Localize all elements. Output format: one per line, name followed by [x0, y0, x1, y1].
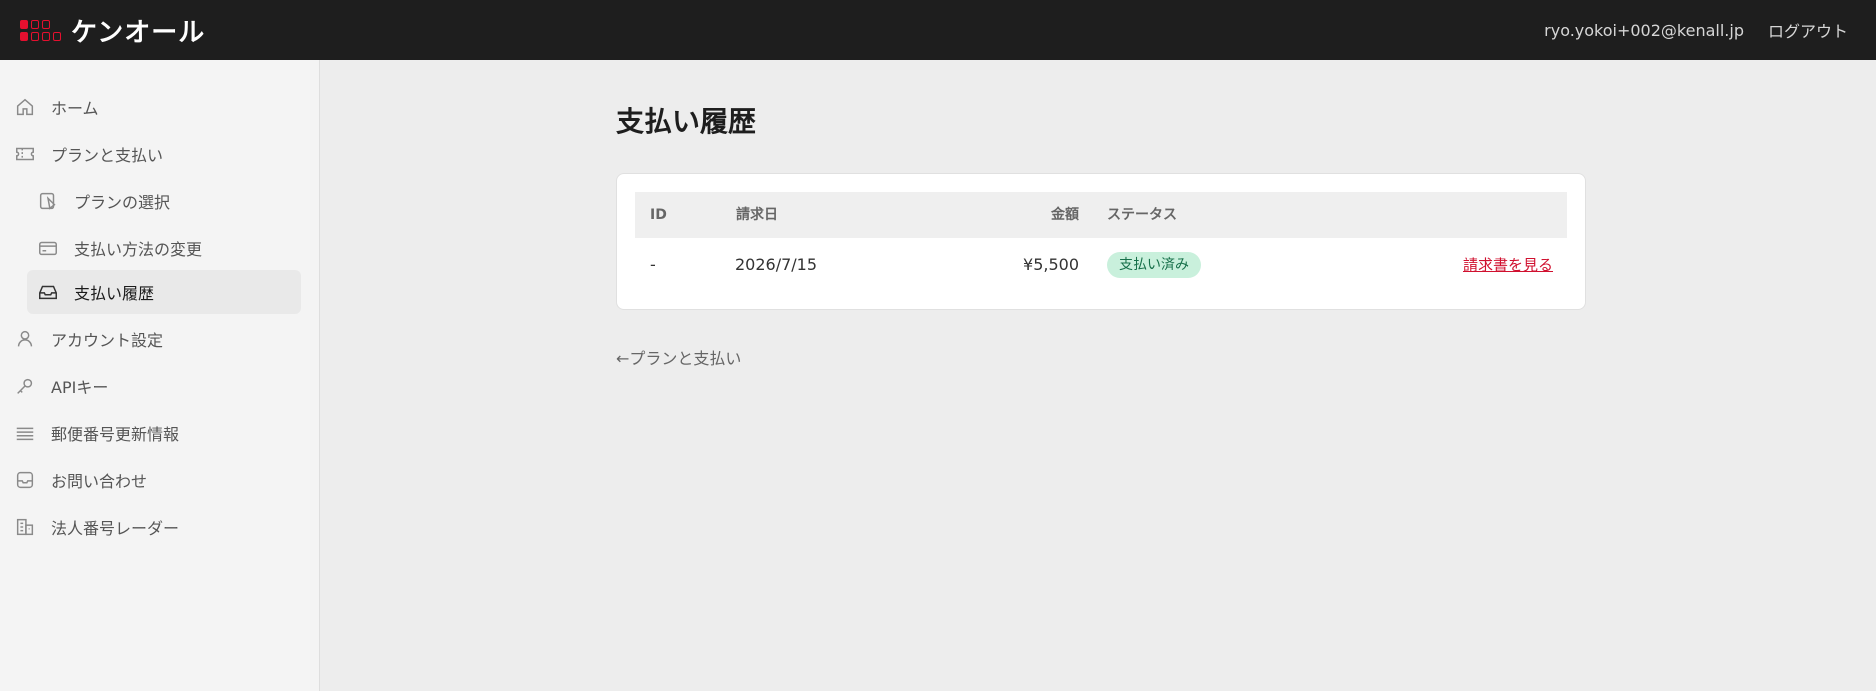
credit-card-icon — [39, 241, 57, 256]
user-menu: ryo.yokoi+002@kenall.jp ログアウト — [1544, 0, 1848, 60]
sidebar-item-label: ホーム — [51, 99, 99, 118]
cell-status: 支払い済み — [1107, 238, 1201, 292]
sidebar-item-label: 支払い履歴 — [74, 284, 155, 303]
cell-date: 2026/7/15 — [735, 255, 818, 274]
sidebar-item-payment-history[interactable]: 支払い履歴 — [27, 270, 301, 314]
view-invoice-link[interactable]: 請求書を見る — [1463, 256, 1553, 274]
sidebar-item-label: お問い合わせ — [51, 472, 148, 491]
sidebar-item-label: 支払い方法の変更 — [74, 240, 203, 259]
sidebar-item-corporate-radar[interactable]: 法人番号レーダー — [14, 505, 179, 549]
sidebar-item-label: APIキー — [51, 378, 109, 397]
sidebar-item-payment-method[interactable]: 支払い方法の変更 — [37, 226, 202, 270]
cell-action: 請求書を見る — [1463, 238, 1553, 292]
column-header-amount: 金額 — [1051, 207, 1079, 223]
table-row: - 2026/7/15 ¥5,500 支払い済み 請求書を見る — [635, 238, 1567, 292]
logo-text: ケンオール — [71, 17, 206, 48]
sidebar-item-plan-select[interactable]: プランの選択 — [37, 179, 170, 223]
plan-icon — [39, 192, 56, 210]
cell-amount: ¥5,500 — [1023, 255, 1079, 274]
logo[interactable]: ケンオール — [20, 12, 205, 49]
status-badge: 支払い済み — [1107, 252, 1201, 278]
sidebar-item-label: プランと支払い — [51, 146, 164, 165]
logout-button[interactable]: ログアウト — [1768, 18, 1848, 42]
back-to-plans-link[interactable]: ←プランと支払い — [616, 345, 741, 369]
sidebar-item-label: 法人番号レーダー — [51, 519, 180, 538]
sidebar-item-account-settings[interactable]: アカウント設定 — [14, 317, 163, 361]
key-icon — [17, 378, 33, 394]
user-icon — [17, 330, 33, 347]
user-email: ryo.yokoi+002@kenall.jp — [1544, 20, 1744, 40]
page-title: 支払い履歴 — [616, 105, 757, 138]
sidebar-item-contact[interactable]: お問い合わせ — [14, 458, 147, 502]
building-icon — [16, 518, 34, 536]
top-bar: ケンオール ryo.yokoi+002@kenall.jp ログアウト — [0, 0, 1876, 60]
ticket-icon — [16, 147, 34, 161]
column-header-date: 請求日 — [736, 207, 778, 223]
cell-id: - — [650, 255, 656, 274]
home-icon — [16, 98, 34, 116]
column-header-status: ステータス — [1107, 207, 1177, 223]
sidebar-item-plans-payment[interactable]: プランと支払い — [14, 132, 163, 176]
sidebar-item-api-keys[interactable]: APIキー — [14, 364, 108, 408]
logo-mark-icon — [20, 19, 61, 41]
sidebar-item-label: アカウント設定 — [51, 331, 164, 350]
mail-inbox-icon — [16, 471, 34, 489]
sidebar-item-home[interactable]: ホーム — [14, 85, 99, 129]
sidebar-item-label: プランの選択 — [74, 193, 171, 212]
sidebar-item-postal-updates[interactable]: 郵便番号更新情報 — [14, 411, 179, 455]
sidebar-item-label: 郵便番号更新情報 — [51, 425, 180, 444]
inbox-icon — [39, 285, 57, 300]
list-icon — [16, 427, 34, 441]
column-header-id: ID — [650, 207, 667, 223]
sidebar: ホーム プランと支払い プランの選択 支払い方法の変更 支払い履歴 アカウント設… — [0, 60, 320, 691]
table-header: ID 請求日 金額 ステータス — [635, 192, 1567, 238]
payment-history-table: ID 請求日 金額 ステータス - 2026/7/15 ¥5,500 支払い済み… — [616, 173, 1586, 310]
